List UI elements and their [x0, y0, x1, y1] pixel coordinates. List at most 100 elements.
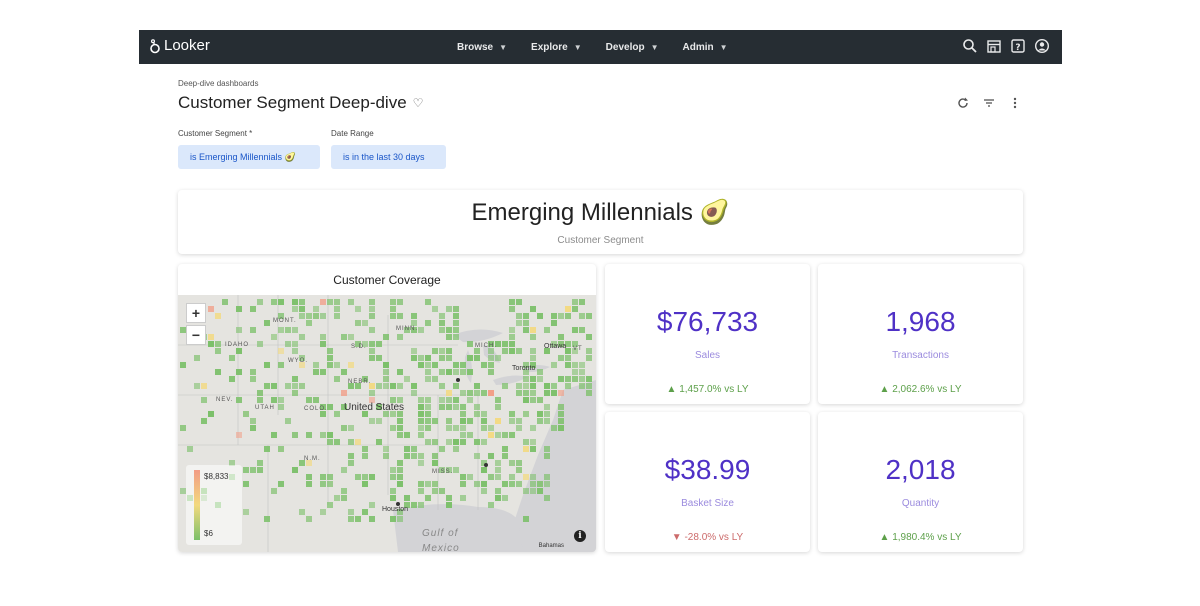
heatmap-cell	[502, 446, 508, 452]
heatmap-cell	[488, 362, 494, 368]
heatmap-cell	[495, 467, 501, 473]
dashboard-title: Customer Segment Deep-dive	[178, 93, 407, 112]
heatmap-cell	[460, 404, 466, 410]
nav-develop[interactable]: Develop ▼	[606, 42, 659, 53]
heatmap-cell	[544, 383, 550, 389]
heatmap-cell	[558, 411, 564, 417]
heatmap-cell	[516, 418, 522, 424]
heatmap-cell	[348, 425, 354, 431]
heatmap-cell	[509, 432, 515, 438]
heatmap-cell	[446, 390, 452, 396]
nav-explore-label: Explore	[531, 41, 568, 53]
heatmap-cell	[348, 509, 354, 515]
chevron-down-icon: ▼	[650, 42, 659, 52]
heatmap-cell	[313, 362, 319, 368]
heatmap-cell	[271, 488, 277, 494]
filter-chip-segment[interactable]: is Emerging Millennials 🥑	[178, 145, 320, 169]
heatmap-cell	[523, 397, 529, 403]
heatmap-cell	[565, 355, 571, 361]
help-icon[interactable]: ?	[1010, 38, 1026, 54]
heatmap-cell	[404, 446, 410, 452]
refresh-icon[interactable]	[956, 96, 970, 110]
heatmap-cell	[537, 376, 543, 382]
legend-min-value: $6	[204, 529, 213, 538]
heatmap-cell	[362, 474, 368, 480]
heatmap-cell	[418, 355, 424, 361]
coverage-map[interactable]: MONT. IDAHO WYO. S.D. MINN. MICH. Ottawa…	[178, 295, 596, 552]
heatmap-cell	[488, 369, 494, 375]
top-icons: ?	[962, 38, 1050, 54]
kpi-tile-quantity: 2,018 Quantity ▲ 1,980.4% vs LY	[818, 412, 1023, 552]
heatmap-cell	[313, 369, 319, 375]
heatmap-cell	[481, 362, 487, 368]
filter-icon[interactable]	[982, 96, 996, 110]
heatmap-cell	[439, 355, 445, 361]
heatmap-cell	[411, 453, 417, 459]
heatmap-cell	[453, 404, 459, 410]
heatmap-cell	[390, 425, 396, 431]
favorite-heart-icon[interactable]: ♡	[413, 96, 424, 110]
heatmap-cell	[327, 355, 333, 361]
heatmap-cell	[523, 516, 529, 522]
breadcrumb[interactable]: Deep-dive dashboards	[178, 79, 259, 88]
heatmap-cell	[530, 439, 536, 445]
map-label-wyo: WYO.	[288, 358, 308, 364]
heatmap-cell	[565, 376, 571, 382]
heatmap-cell	[453, 369, 459, 375]
zoom-in-button[interactable]: +	[186, 303, 206, 323]
account-icon[interactable]	[1034, 38, 1050, 54]
heatmap-cell	[516, 348, 522, 354]
map-label-idaho: IDAHO	[225, 342, 250, 348]
heatmap-cell	[446, 369, 452, 375]
more-vert-icon[interactable]	[1008, 96, 1022, 110]
kpi-label-sales: Sales	[694, 350, 720, 361]
heatmap-cell	[292, 467, 298, 473]
looker-logo[interactable]: Looker	[149, 37, 210, 54]
heatmap-cell	[425, 369, 431, 375]
legend-max-value: $8,833	[204, 472, 229, 481]
heatmap-cell	[544, 446, 550, 452]
heatmap-cell	[474, 404, 480, 410]
heatmap-cell	[250, 467, 256, 473]
heatmap-cell	[250, 418, 256, 424]
marketplace-icon[interactable]	[986, 38, 1002, 54]
map-title: Customer Coverage	[333, 273, 441, 287]
legend-color-scale	[194, 470, 200, 540]
filter-chip-date-range[interactable]: is in the last 30 days	[331, 145, 446, 169]
heatmap-cell	[537, 369, 543, 375]
zoom-out-button[interactable]: −	[186, 325, 206, 345]
heatmap-cell	[523, 488, 529, 494]
heatmap-cell	[516, 390, 522, 396]
heatmap-cell	[537, 313, 543, 319]
kpi-tile-transactions: 1,968 Transactions ▲ 2,062.6% vs LY	[818, 264, 1023, 404]
heatmap-cell	[390, 488, 396, 494]
heatmap-cell	[278, 327, 284, 333]
nav-explore[interactable]: Explore ▼	[531, 42, 582, 53]
nav-develop-label: Develop	[605, 41, 645, 53]
nav-admin[interactable]: Admin ▼	[682, 42, 727, 53]
heatmap-cell	[453, 313, 459, 319]
heatmap-cell	[488, 432, 494, 438]
heatmap-cell	[355, 320, 361, 326]
kpi-tile-basket-size: $38.99 Basket Size ▼ -28.0% vs LY	[605, 412, 810, 552]
heatmap-cell	[502, 481, 508, 487]
heatmap-cell	[278, 481, 284, 487]
heatmap-cell	[509, 299, 515, 305]
city-dot-atlanta	[484, 463, 488, 467]
heatmap-cell	[327, 362, 333, 368]
heatmap-cell	[432, 481, 438, 487]
heatmap-cell	[432, 348, 438, 354]
dashboard-actions	[956, 96, 1022, 110]
map-label-houston: Houston	[382, 506, 409, 513]
heatmap-cell	[460, 425, 466, 431]
heatmap-cell	[467, 369, 473, 375]
info-icon[interactable]: i	[574, 530, 586, 542]
search-icon[interactable]	[962, 38, 978, 54]
nav-browse[interactable]: Browse ▼	[457, 42, 507, 53]
heatmap-cell	[320, 509, 326, 515]
heatmap-cell	[439, 446, 445, 452]
heatmap-cell	[502, 383, 508, 389]
heatmap-cell	[397, 432, 403, 438]
heatmap-cell	[425, 376, 431, 382]
heatmap-cell	[516, 299, 522, 305]
